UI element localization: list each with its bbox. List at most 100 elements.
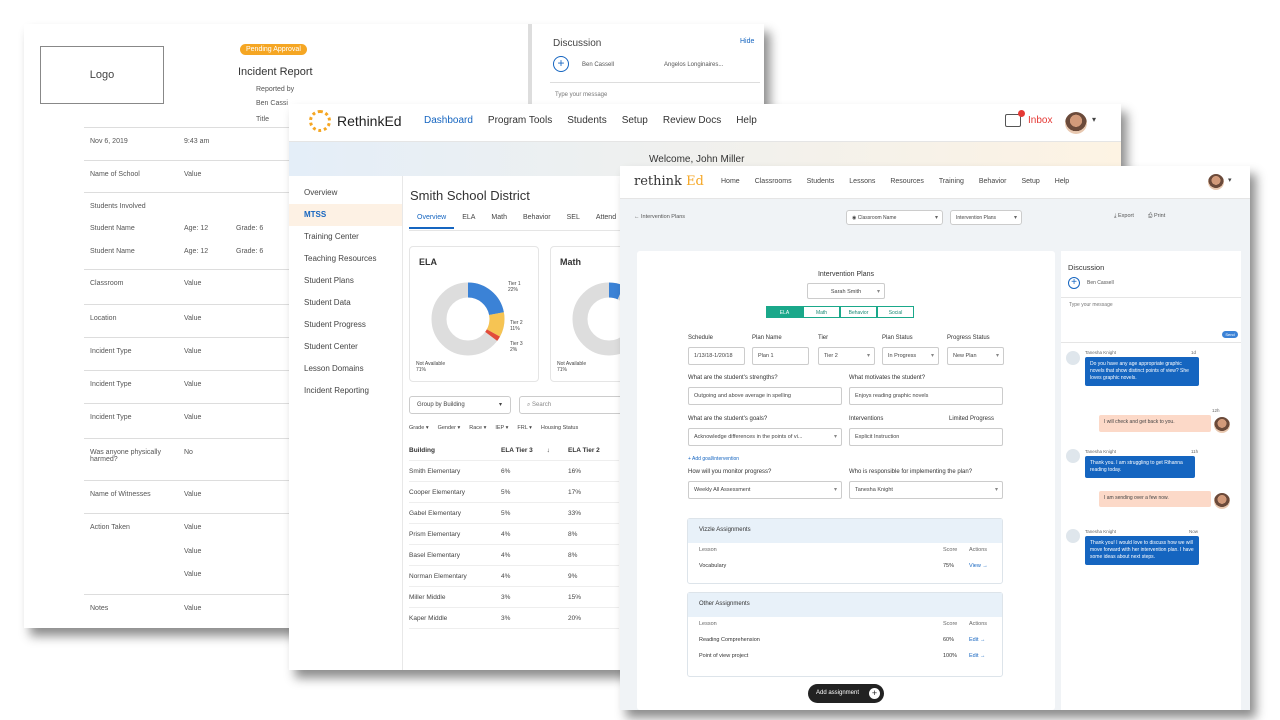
filter-housing[interactable]: Housing Status [541, 425, 578, 431]
sidebar-item-student-plans[interactable]: Student Plans [289, 270, 402, 292]
responsible-select[interactable]: Tanesha Knight [849, 481, 1003, 499]
schedule-field[interactable]: 1/13/18-1/20/18 [688, 347, 745, 365]
nav-resources[interactable]: Resources [890, 178, 923, 185]
field-label: Incident Type [90, 348, 132, 355]
nav-dashboard[interactable]: Dashboard [424, 115, 473, 126]
add-participant-icon[interactable]: + [1068, 277, 1080, 289]
add-goal-link[interactable]: + Add goal/intervention [688, 456, 739, 462]
monitor-select[interactable]: Weekly All Assessment [688, 481, 842, 499]
table-row[interactable]: Norman Elementary 4% 9% [409, 566, 619, 587]
chevron-down-icon[interactable]: ▾ [1228, 176, 1232, 184]
user-avatar[interactable] [1208, 174, 1224, 190]
sidebar-item-student-center[interactable]: Student Center [289, 336, 402, 358]
table-row[interactable]: Prism Elementary 4% 8% [409, 524, 619, 545]
filter-iep[interactable]: IEP ▾ [495, 425, 508, 431]
nav-help[interactable]: Help [1055, 178, 1069, 185]
field-label: Was anyone physically harmed? [90, 449, 161, 463]
inbox-icon[interactable] [1005, 110, 1025, 127]
tab-ela[interactable]: ELA [454, 214, 483, 229]
main-menu: Dashboard Program Tools Students Setup R… [424, 115, 757, 126]
filter-gender[interactable]: Gender ▾ [438, 425, 461, 431]
edit-link[interactable]: Edit → [969, 653, 986, 659]
tab-behavior[interactable]: Behavior [840, 306, 877, 318]
filter-race[interactable]: Race ▾ [469, 425, 486, 431]
add-participant-icon[interactable]: + [553, 56, 569, 72]
nav-help[interactable]: Help [736, 115, 757, 126]
inbox-label[interactable]: Inbox [1028, 115, 1052, 126]
col-ela-tier2[interactable]: ELA Tier 2 [568, 447, 600, 454]
tab-attendance[interactable]: Attend [588, 214, 624, 229]
view-link[interactable]: View → [969, 563, 988, 569]
table-row[interactable]: Miller Middle 3% 15% [409, 587, 619, 608]
table-row[interactable]: Smith Elementary 6% 16% [409, 461, 619, 482]
nav-lessons[interactable]: Lessons [849, 178, 875, 185]
group-by-select[interactable]: Group by Building ▾ [409, 396, 511, 414]
goals-select[interactable]: Acknowledge differences in the points of… [688, 428, 842, 446]
nav-program-tools[interactable]: Program Tools [488, 115, 552, 126]
cell-building: Smith Elementary [409, 467, 461, 475]
tab-sel[interactable]: SEL [559, 214, 588, 229]
table-row[interactable]: Cooper Elementary 5% 17% [409, 482, 619, 503]
sidebar-item-overview[interactable]: Overview [289, 182, 402, 204]
message-input[interactable]: Type your message [1069, 302, 1113, 308]
table-row[interactable]: Kaper Middle 3% 20% [409, 608, 619, 629]
send-button[interactable]: Send [1222, 331, 1238, 338]
student-select[interactable]: Sarah Smith [807, 283, 885, 299]
subject-tabs: Overview ELA Math Behavior SEL Attend [409, 214, 624, 229]
sidebar-item-incident-reporting[interactable]: Incident Reporting [289, 380, 402, 402]
table-row[interactable]: Basel Elementary 4% 8% [409, 545, 619, 566]
brand[interactable]: rethink Ed [634, 174, 704, 189]
plans-select[interactable]: Intervention Plans [950, 210, 1022, 225]
plan-name-field[interactable]: Plan 1 [752, 347, 809, 365]
sidebar-item-student-data[interactable]: Student Data [289, 292, 402, 314]
back-link[interactable]: ← Intervention Plans [634, 214, 685, 220]
plan-status-select[interactable]: In Progress [882, 347, 939, 365]
nav-classrooms[interactable]: Classrooms [755, 178, 792, 185]
progress-status-select[interactable]: New Plan [947, 347, 1004, 365]
sidebar-item-student-progress[interactable]: Student Progress [289, 314, 402, 336]
search-input[interactable]: ⌕ Search [519, 396, 629, 414]
tier-select[interactable]: Tier 2 [818, 347, 875, 365]
nav-students[interactable]: Students [567, 115, 606, 126]
tab-math[interactable]: Math [483, 214, 515, 229]
sidebar-item-lesson-domains[interactable]: Lesson Domains [289, 358, 402, 380]
filter-grade[interactable]: Grade ▾ [409, 425, 429, 431]
message-input[interactable]: Type your message [555, 92, 607, 98]
user-avatar[interactable] [1065, 112, 1087, 134]
tab-behavior[interactable]: Behavior [515, 214, 559, 229]
tab-social[interactable]: Social [877, 306, 914, 318]
nav-setup[interactable]: Setup [1022, 178, 1040, 185]
nav-setup[interactable]: Setup [622, 115, 648, 126]
sidebar-item-teaching-resources[interactable]: Teaching Resources [289, 248, 402, 270]
edit-link[interactable]: Edit → [969, 637, 986, 643]
add-assignment-button[interactable]: Add assignment + [808, 684, 884, 703]
tab-math[interactable]: Math [803, 306, 840, 318]
nav-training[interactable]: Training [939, 178, 964, 185]
table-row[interactable]: Gabel Elementary 5% 33% [409, 503, 619, 524]
tab-overview[interactable]: Overview [409, 214, 455, 229]
classroom-select[interactable]: ◉ Classroom Name [846, 210, 943, 225]
col-ela-tier3[interactable]: ELA Tier 3 ↓ [501, 447, 568, 454]
field-value: 9:43 am [184, 138, 210, 145]
filter-frl[interactable]: FRL ▾ [517, 425, 531, 431]
message-bubble: Do you have any age appropriate graphic … [1085, 357, 1199, 386]
brand[interactable]: RethinkEd [309, 110, 402, 132]
hide-link[interactable]: Hide [740, 38, 754, 45]
sidebar-item-mtss[interactable]: MTSS [289, 204, 402, 226]
nav-review-docs[interactable]: Review Docs [663, 115, 721, 126]
cell-building: Prism Elementary [409, 530, 461, 538]
nav-behavior[interactable]: Behavior [979, 178, 1007, 185]
section-title: Other Assignments [688, 593, 1002, 617]
motivates-field[interactable]: Enjoys reading graphic novels [849, 387, 1003, 405]
ela-card[interactable]: ELA Tier 1 22% Tier 2 11% Tier 3 2% Not Ava… [409, 246, 539, 382]
export-button[interactable]: ⤓ Export [1114, 213, 1134, 220]
interventions-field[interactable]: Explicit Instruction [849, 428, 1003, 446]
nav-home[interactable]: Home [721, 178, 740, 185]
print-button[interactable]: ⎙ Print [1148, 213, 1165, 220]
nav-students[interactable]: Students [807, 178, 835, 185]
tab-ela[interactable]: ELA [766, 306, 803, 318]
chevron-down-icon[interactable]: ▾ [1092, 115, 1096, 124]
col-building[interactable]: Building [409, 447, 501, 454]
strengths-field[interactable]: Outgoing and above average in spelling [688, 387, 842, 405]
sidebar-item-training-center[interactable]: Training Center [289, 226, 402, 248]
